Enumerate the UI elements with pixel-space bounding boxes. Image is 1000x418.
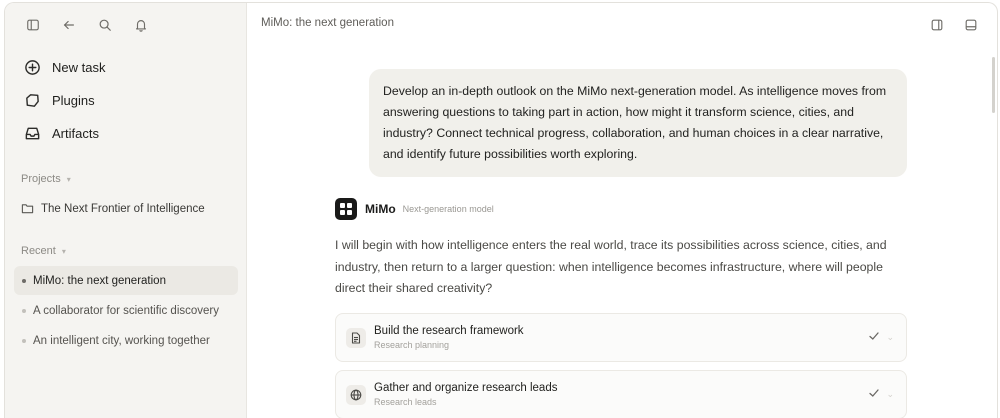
search-icon[interactable] <box>95 15 115 35</box>
chevron-down-icon: ▾ <box>66 174 71 184</box>
checkmark-icon <box>868 329 880 347</box>
recent-item[interactable]: An intelligent city, working together <box>14 326 238 355</box>
step-text: Build the research framework Research pl… <box>374 325 868 350</box>
folder-icon <box>21 204 34 214</box>
research-step[interactable]: Build the research framework Research pl… <box>335 313 907 362</box>
bullet-icon <box>22 308 26 313</box>
projects-section-label[interactable]: Projects ▾ <box>21 173 71 185</box>
step-subtitle: Research leads <box>374 397 437 407</box>
recent-section-label[interactable]: Recent ▾ <box>21 245 66 257</box>
bullet-icon <box>22 278 26 283</box>
chevron-down-icon: ▾ <box>61 246 66 256</box>
mimo-logo-icon <box>335 198 357 220</box>
chevron-down-icon[interactable]: ⌄ <box>886 389 894 400</box>
document-icon <box>346 327 366 348</box>
sidebar-toolbar <box>23 15 151 35</box>
bullet-icon <box>22 338 26 343</box>
nav-label: Artifacts <box>52 126 99 141</box>
plugins-button[interactable]: Plugins <box>23 84 236 117</box>
main-panel: MiMo: the next generation Develop an in-… <box>247 3 997 418</box>
nav-label: Plugins <box>52 93 95 108</box>
recent-label: An intelligent city, working together <box>33 334 210 347</box>
inbox-icon <box>23 125 41 143</box>
header-toolbar <box>927 15 981 35</box>
project-label: The Next Frontier of Intelligence <box>41 202 205 215</box>
recent-label: MiMo: the next generation <box>33 274 166 287</box>
research-step[interactable]: Gather and organize research leads Resea… <box>335 370 907 418</box>
plus-circle-icon <box>23 59 41 77</box>
page-title: MiMo: the next generation <box>261 17 394 29</box>
project-item[interactable]: The Next Frontier of Intelligence <box>21 202 205 215</box>
user-message: Develop an in-depth outlook on the MiMo … <box>369 69 907 177</box>
recent-list: MiMo: the next generation A collaborator… <box>14 266 238 356</box>
scrollbar-thumb[interactable] <box>992 57 995 113</box>
recent-item-active[interactable]: MiMo: the next generation <box>14 266 238 295</box>
sidebar-toggle-icon[interactable] <box>23 15 43 35</box>
sidebar: New task Plugins Artifacts Projects ▾ Th… <box>5 3 247 418</box>
step-subtitle: Research planning <box>374 340 450 350</box>
recent-item[interactable]: A collaborator for scientific discovery <box>14 296 238 325</box>
globe-icon <box>346 384 366 405</box>
plugin-icon <box>23 92 41 110</box>
step-text: Gather and organize research leads Resea… <box>374 382 868 407</box>
new-task-button[interactable]: New task <box>23 51 236 84</box>
assistant-header: MiMo Next-generation model <box>335 198 494 220</box>
sidebar-nav: New task Plugins Artifacts <box>23 51 236 150</box>
assistant-subtitle: Next-generation model <box>402 204 494 214</box>
back-arrow-icon[interactable] <box>59 15 79 35</box>
app-window: New task Plugins Artifacts Projects ▾ Th… <box>4 2 998 418</box>
chevron-down-icon[interactable]: ⌄ <box>886 332 894 343</box>
step-title: Build the research framework <box>374 325 524 337</box>
step-title: Gather and organize research leads <box>374 382 558 394</box>
bell-icon[interactable] <box>131 15 151 35</box>
assistant-name: MiMo <box>365 202 396 216</box>
nav-label: New task <box>52 60 106 75</box>
artifacts-button[interactable]: Artifacts <box>23 117 236 150</box>
assistant-reply: I will begin with how intelligence enter… <box>335 238 887 295</box>
checkmark-icon <box>868 386 880 404</box>
recent-label: A collaborator for scientific discovery <box>33 304 219 317</box>
split-panel-icon[interactable] <box>927 15 947 35</box>
bottom-panel-icon[interactable] <box>961 15 981 35</box>
